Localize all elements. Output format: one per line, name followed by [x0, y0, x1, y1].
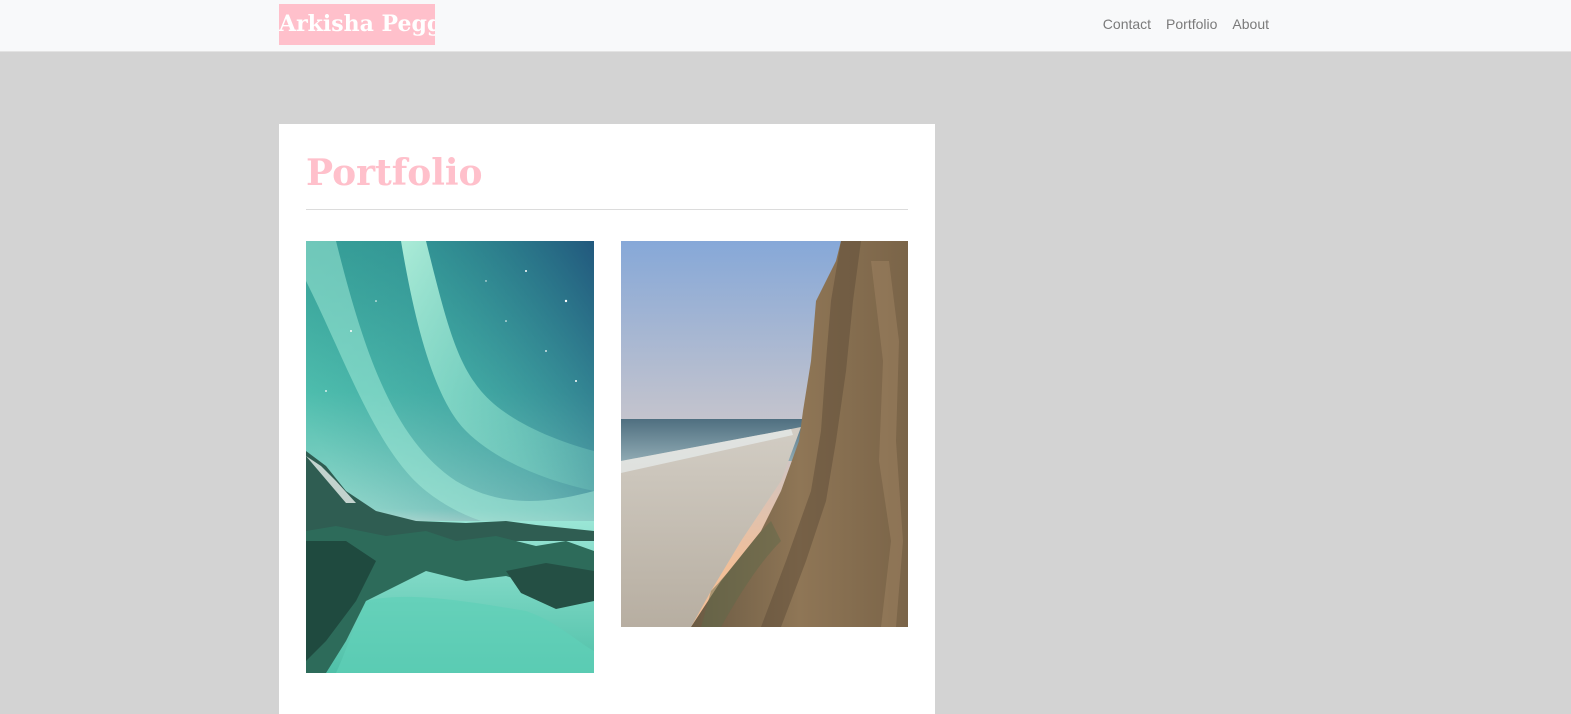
portfolio-card: Portfolio [279, 124, 935, 714]
nav-link-portfolio[interactable]: Portfolio [1166, 16, 1217, 32]
beach-cliff-photo[interactable] [621, 241, 908, 627]
aurora-photo[interactable] [306, 241, 594, 673]
nav-link-about[interactable]: About [1232, 16, 1269, 32]
page-title: Portfolio [306, 152, 483, 194]
nav-link-contact[interactable]: Contact [1103, 16, 1151, 32]
navbar: Arkisha Peggs Contact Portfolio About [0, 0, 1571, 52]
nav-links: Contact Portfolio About [1103, 0, 1269, 48]
brand-logo[interactable]: Arkisha Peggs [279, 4, 435, 45]
title-divider [306, 209, 908, 210]
